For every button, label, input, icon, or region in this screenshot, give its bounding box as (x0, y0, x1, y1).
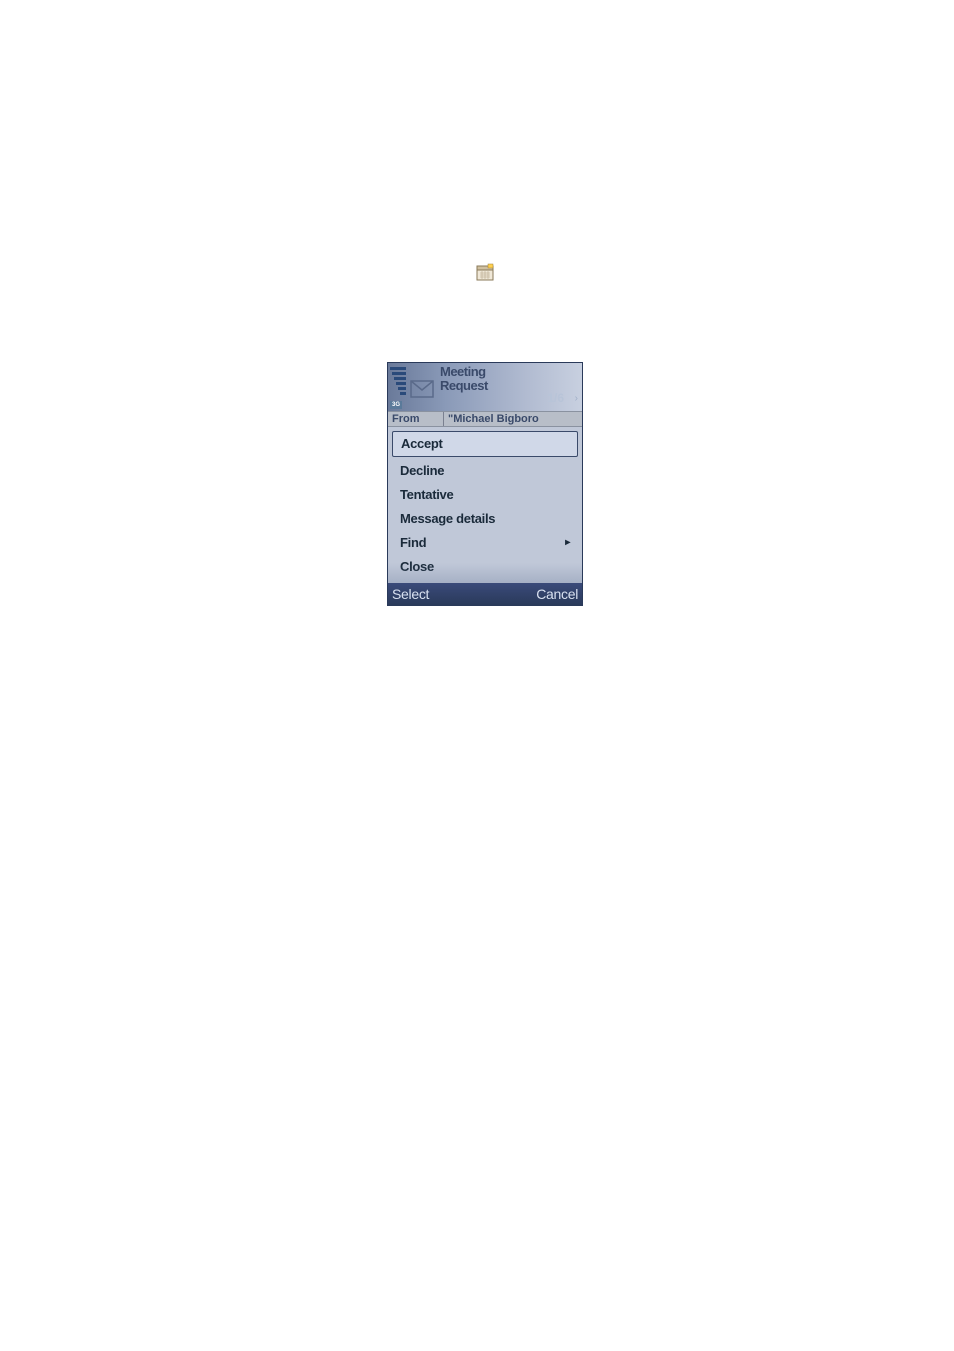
nav-right-icon[interactable]: › (575, 393, 578, 404)
phone-screen: 3G Meeting Request 1/6 › From "Michael B… (387, 362, 583, 606)
menu-item-accept[interactable]: Accept (392, 431, 578, 457)
menu-item-label: Message details (400, 511, 495, 526)
submenu-arrow-icon: ▸ (565, 533, 570, 553)
from-value: "Michael Bigboro (444, 412, 582, 426)
message-counter: 1/6 (547, 391, 564, 405)
from-label: From (388, 412, 444, 426)
softkey-bar: Select Cancel (388, 583, 582, 605)
calendar-icon (476, 263, 494, 281)
menu-item-close[interactable]: Close (392, 555, 578, 579)
network-indicator: 3G (390, 401, 402, 409)
menu-item-find[interactable]: Find ▸ (392, 531, 578, 555)
menu-item-tentative[interactable]: Tentative (392, 483, 578, 507)
from-bar: From "Michael Bigboro (388, 411, 582, 427)
envelope-icon (408, 363, 436, 411)
menu-item-message-details[interactable]: Message details (392, 507, 578, 531)
menu-item-label: Decline (400, 463, 444, 478)
header-title-area: Meeting Request 1/6 › (436, 363, 582, 411)
options-menu: Accept Decline Tentative Message details… (388, 427, 582, 583)
menu-item-decline[interactable]: Decline (392, 459, 578, 483)
left-softkey[interactable]: Select (392, 586, 429, 602)
header: 3G Meeting Request 1/6 › (388, 363, 582, 411)
right-softkey[interactable]: Cancel (536, 586, 578, 602)
menu-item-label: Tentative (400, 487, 453, 502)
menu-item-label: Close (400, 559, 434, 574)
title-line-1: Meeting (440, 365, 578, 379)
menu-item-label: Accept (401, 436, 443, 451)
menu-item-label: Find (400, 535, 426, 550)
